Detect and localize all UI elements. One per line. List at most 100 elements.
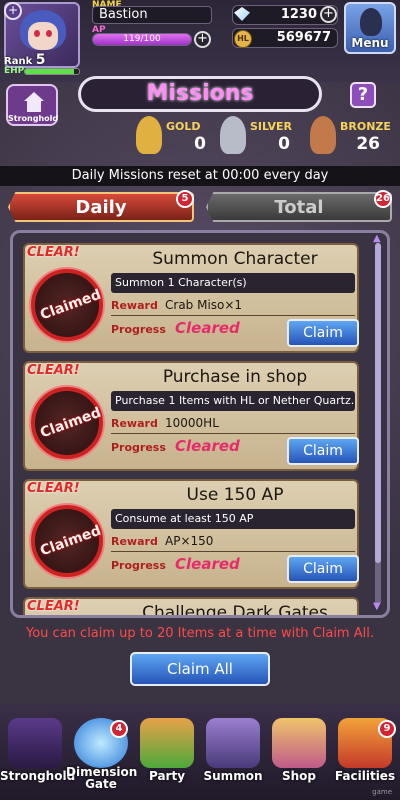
ehp-label: EHP bbox=[4, 66, 25, 76]
mission-title: Summon Character bbox=[152, 249, 318, 269]
clear-tag: CLEAR! bbox=[27, 363, 80, 378]
claimed-stamp-icon: Claimed bbox=[31, 505, 103, 577]
page-title: Missions bbox=[78, 76, 322, 112]
reset-banner: Daily Missions reset at 00:00 every day bbox=[0, 166, 400, 186]
daily-badge: 5 bbox=[176, 190, 194, 208]
claimed-stamp-icon: Claimed bbox=[31, 387, 103, 459]
nav-stronghold[interactable]: Stronghold bbox=[0, 704, 75, 800]
bronze-prinny-icon bbox=[310, 116, 336, 154]
claim-all-button[interactable]: Claim All bbox=[130, 652, 270, 686]
credit-text: game bbox=[372, 788, 392, 796]
stamp-text: Claimed bbox=[38, 404, 104, 442]
mission-desc: Purchase 1 Items with HL or Nether Quart… bbox=[111, 391, 355, 411]
nav-label: Summon bbox=[203, 769, 263, 783]
claim-button[interactable]: Claim bbox=[287, 437, 359, 465]
bronze-value: 26 bbox=[356, 134, 380, 154]
nav-label: Shop bbox=[281, 769, 317, 783]
summon-icon bbox=[206, 718, 260, 768]
tab-daily[interactable]: Daily bbox=[8, 192, 194, 222]
mission-desc: Consume at least 150 AP bbox=[111, 509, 355, 529]
castle-icon bbox=[8, 718, 62, 768]
help-button[interactable]: ? bbox=[350, 82, 376, 108]
mission-title: Purchase in shop bbox=[162, 367, 308, 387]
avatar-face bbox=[28, 22, 58, 50]
divider bbox=[111, 551, 355, 552]
bronze-medal: BRONZE 26 bbox=[310, 116, 391, 156]
hl-coin-icon: HL bbox=[234, 30, 252, 48]
scrollbar-thumb[interactable] bbox=[375, 243, 381, 563]
mission-card: CLEAR! Purchase in shop Claimed Purchase… bbox=[23, 361, 359, 471]
reward-value: AP×150 bbox=[165, 534, 214, 548]
hl-value: 569677 bbox=[276, 30, 331, 45]
clear-tag: CLEAR! bbox=[27, 481, 80, 496]
stamp-text: Claimed bbox=[38, 522, 104, 560]
stronghold-label: Stronghold bbox=[8, 114, 59, 123]
gold-value: 0 bbox=[194, 134, 206, 154]
reward-value: 10000HL bbox=[165, 416, 219, 430]
nav-party[interactable]: Party bbox=[132, 704, 202, 800]
mission-card: CLEAR! Use 150 AP Claimed Consume at lea… bbox=[23, 479, 359, 589]
add-gems-button[interactable]: + bbox=[320, 6, 337, 23]
nav-label: Party bbox=[148, 769, 186, 783]
gold-label: GOLD bbox=[166, 120, 201, 133]
silver-medal: SILVER 0 bbox=[220, 116, 300, 156]
clear-tag: CLEAR! bbox=[27, 599, 80, 614]
progress-label: Progress bbox=[111, 323, 166, 336]
ap-value: 119/100 bbox=[123, 34, 161, 44]
reward-value: Crab Miso×1 bbox=[165, 298, 243, 312]
claimed-stamp-icon: Claimed bbox=[31, 269, 103, 341]
nav-summon[interactable]: Summon bbox=[198, 704, 268, 800]
shop-icon bbox=[272, 718, 326, 768]
gold-prinny-icon bbox=[136, 116, 162, 154]
nav-shop[interactable]: Shop bbox=[264, 704, 334, 800]
progress-label: Progress bbox=[111, 441, 166, 454]
zoom-icon[interactable]: + bbox=[4, 2, 22, 20]
party-icon bbox=[140, 718, 194, 768]
facilities-badge: 9 bbox=[378, 720, 396, 738]
claim-button[interactable]: Claim bbox=[287, 319, 359, 347]
add-ap-button[interactable]: + bbox=[194, 31, 211, 48]
mission-title: Use 150 AP bbox=[186, 485, 284, 505]
reward-label: Reward bbox=[111, 535, 158, 548]
silver-prinny-icon bbox=[220, 116, 246, 154]
progress-value: Cleared bbox=[175, 319, 240, 337]
divider bbox=[111, 433, 355, 434]
menu-button[interactable]: Menu bbox=[344, 2, 396, 54]
avatar-eye bbox=[34, 30, 40, 37]
house-icon bbox=[24, 92, 44, 112]
divider bbox=[111, 315, 355, 316]
nav-dimension-gate[interactable]: Dimension Gate bbox=[66, 704, 138, 800]
silver-value: 0 bbox=[278, 134, 290, 154]
total-badge: 26 bbox=[374, 190, 392, 208]
nav-facilities[interactable]: Facilities bbox=[330, 704, 400, 800]
mission-card: CLEAR! Challenge Dark Gates bbox=[23, 597, 359, 618]
player-name: Bastion bbox=[92, 6, 212, 24]
claim-all-note: You can claim up to 20 Items at a time w… bbox=[26, 626, 374, 641]
mission-list[interactable]: CLEAR! Summon Character Claimed Summon 1… bbox=[10, 230, 390, 618]
stronghold-button[interactable]: Stronghold bbox=[6, 84, 58, 126]
ehp-bar bbox=[24, 68, 80, 75]
tab-total[interactable]: Total bbox=[206, 192, 392, 222]
scrollbar[interactable] bbox=[375, 243, 381, 605]
tab-daily-label: Daily bbox=[75, 197, 127, 218]
bottom-nav: Stronghold Dimension Gate 4 Party Summon… bbox=[0, 704, 400, 800]
scroll-down-icon[interactable]: ▼ bbox=[373, 601, 381, 612]
nav-label: Dimension Gate bbox=[66, 765, 138, 791]
bronze-label: BRONZE bbox=[340, 120, 391, 133]
claim-button[interactable]: Claim bbox=[287, 555, 359, 583]
mission-title: Challenge Dark Gates bbox=[142, 603, 328, 618]
menu-label: Menu bbox=[351, 36, 389, 50]
reward-label: Reward bbox=[111, 299, 158, 312]
progress-value: Cleared bbox=[175, 555, 240, 573]
progress-value: Cleared bbox=[175, 437, 240, 455]
rank-value: 5 bbox=[35, 52, 46, 68]
dimension-gate-badge: 4 bbox=[110, 720, 128, 738]
gem-value: 1230 bbox=[280, 7, 317, 22]
progress-label: Progress bbox=[111, 559, 166, 572]
avatar-eye bbox=[46, 30, 52, 37]
mission-desc: Summon 1 Character(s) bbox=[111, 273, 355, 293]
prinny-icon bbox=[360, 8, 382, 36]
clear-tag: CLEAR! bbox=[27, 245, 80, 260]
nav-label: Facilities bbox=[334, 769, 396, 783]
stamp-text: Claimed bbox=[38, 286, 104, 324]
